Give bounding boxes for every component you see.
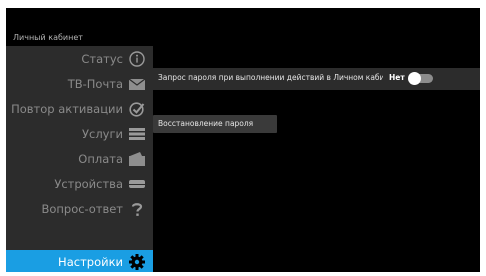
sidebar-item-label: ТВ-Почта	[67, 77, 123, 91]
sidebar-item-payment[interactable]: Оплата	[6, 147, 153, 171]
sidebar-item-label: Вопрос-ответ	[41, 202, 123, 216]
gear-icon	[128, 253, 146, 271]
sidebar-item-devices[interactable]: Устройства	[6, 172, 153, 196]
info-circle-icon	[128, 50, 146, 68]
sidebar-item-status[interactable]: Статус	[6, 47, 153, 71]
password-prompt-label: Запрос пароля при выполнении действий в …	[158, 73, 383, 82]
account-screen: Личный кабинет Статус ТВ-Почта Повтор ак…	[6, 8, 480, 272]
device-icon	[128, 175, 146, 193]
sidebar-item-label: Устройства	[54, 177, 123, 191]
password-prompt-setting[interactable]: Запрос пароля при выполнении действий в …	[153, 68, 480, 90]
sidebar: Статус ТВ-Почта Повтор активации Услуги …	[6, 46, 153, 272]
sidebar-item-services[interactable]: Услуги	[6, 122, 153, 146]
sidebar-item-label: Услуги	[81, 127, 123, 141]
sidebar-item-label: Настройки	[58, 255, 123, 269]
toggle-knob	[408, 72, 421, 85]
page-title: Личный кабинет	[13, 33, 83, 42]
sidebar-item-label: Статус	[81, 52, 123, 66]
recover-password-button[interactable]: Восстановление пароля	[153, 115, 277, 133]
settings-panel: Запрос пароля при выполнении действий в …	[153, 46, 480, 272]
recover-password-label: Восстановление пароля	[158, 119, 254, 128]
check-circle-icon	[128, 100, 146, 118]
wallet-icon	[128, 150, 146, 168]
sidebar-item-label: Оплата	[78, 152, 123, 166]
sidebar-item-settings[interactable]: Настройки	[6, 250, 153, 272]
sidebar-item-label: Повтор активации	[11, 102, 123, 116]
sidebar-item-tv-mail[interactable]: ТВ-Почта	[6, 72, 153, 96]
header: Личный кабинет	[6, 8, 480, 46]
sidebar-item-faq[interactable]: Вопрос-ответ	[6, 197, 153, 221]
sidebar-item-reactivation[interactable]: Повтор активации	[6, 97, 153, 121]
password-prompt-toggle[interactable]	[408, 72, 433, 85]
tv-frame: Личный кабинет Статус ТВ-Почта Повтор ак…	[0, 0, 486, 276]
password-prompt-value: Нет	[389, 73, 405, 82]
question-icon	[128, 200, 146, 218]
list-icon	[128, 125, 146, 143]
envelope-icon	[128, 75, 146, 93]
